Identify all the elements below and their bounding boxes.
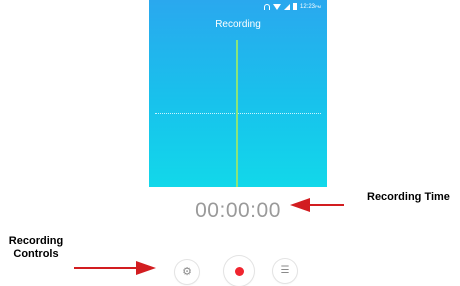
arrow-shaft — [74, 267, 136, 269]
recording-controls: ⚙ ☰ — [175, 256, 299, 286]
battery-icon — [292, 3, 297, 10]
arrow-left-icon — [290, 198, 310, 212]
waveform-playhead — [236, 40, 238, 187]
list-icon: ☰ — [280, 265, 290, 276]
baseline-guide — [155, 113, 321, 114]
status-clock: 12:23PM — [299, 3, 321, 10]
arrow-right-icon — [136, 261, 156, 275]
recordings-list-button[interactable]: ☰ — [273, 259, 297, 283]
status-icons: 12:23PM — [263, 3, 321, 10]
recording-controls-label: Recording Controls — [4, 235, 68, 261]
signal-icon — [283, 3, 290, 10]
wifi-icon — [272, 3, 281, 10]
record-button[interactable] — [224, 256, 254, 286]
controls-label-line1: Recording — [8, 235, 64, 247]
recording-time-label: Recording Time — [367, 191, 450, 203]
headphone-icon — [263, 3, 270, 10]
settings-button[interactable]: ⚙ — [175, 260, 199, 284]
record-dot-icon — [234, 266, 244, 276]
gear-icon: ⚙ — [182, 265, 192, 278]
screen-title: Recording — [215, 19, 261, 30]
arrow-shaft — [310, 204, 344, 206]
status-bar: 12:23PM — [149, 0, 327, 14]
recorder-screen: 12:23PM Recording — [149, 0, 327, 187]
controls-label-line2: Controls — [13, 248, 59, 260]
